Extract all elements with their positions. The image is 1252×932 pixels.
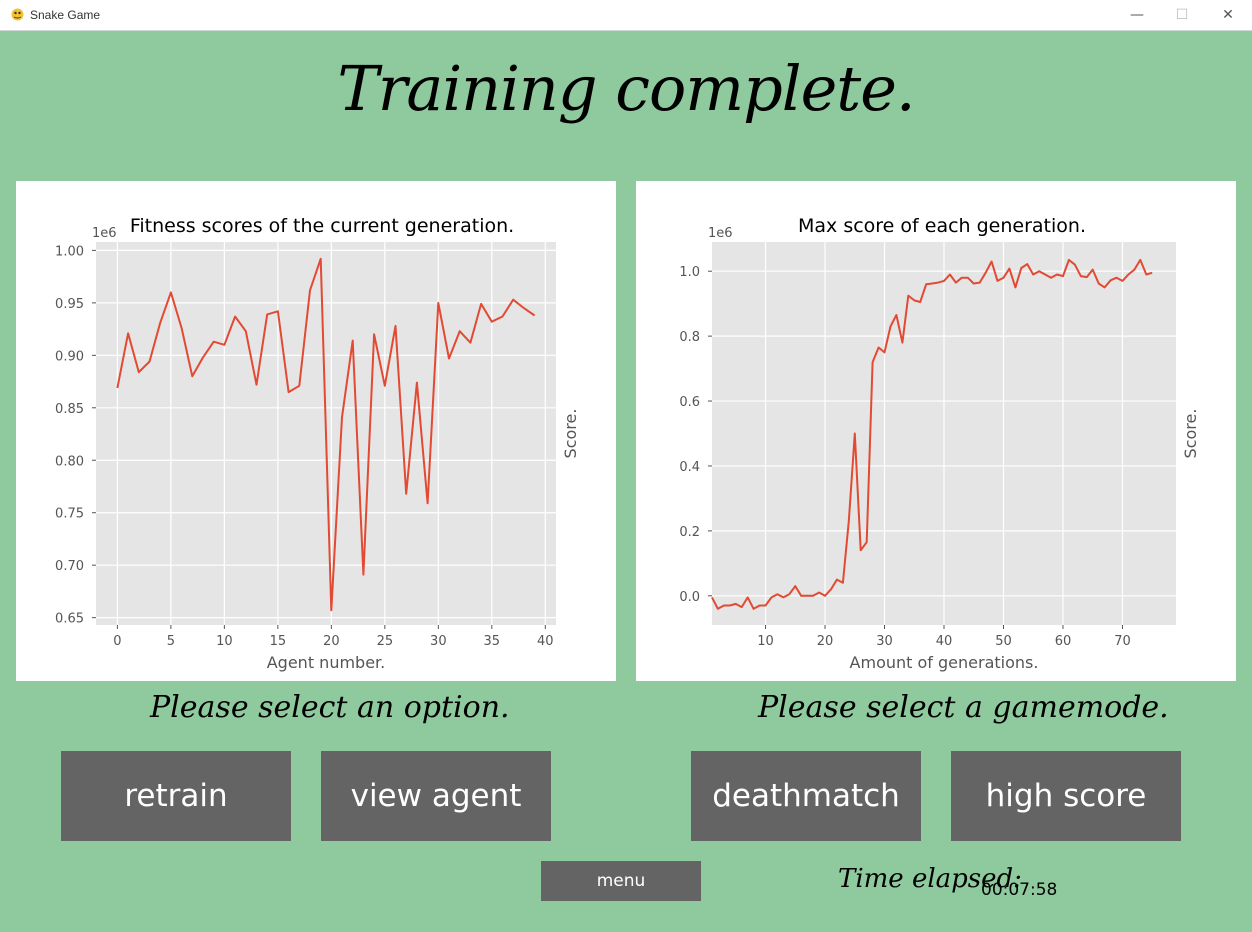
x-tick-label: 35: [484, 634, 501, 649]
close-button[interactable]: ✕: [1205, 0, 1251, 30]
view-agent-button[interactable]: view agent: [321, 751, 551, 841]
x-tick-label: 15: [270, 634, 287, 649]
chart-title: Max score of each generation.: [798, 215, 1086, 237]
x-tick-label: 40: [936, 634, 953, 649]
page-title: Training complete.: [337, 52, 915, 125]
y-axis-label: Score.: [1181, 409, 1200, 459]
x-tick-label: 10: [216, 634, 233, 649]
chart-title: Fitness scores of the current generation…: [130, 215, 514, 237]
y-tick-label: 0.75: [55, 507, 84, 522]
x-tick-label: 60: [1055, 634, 1072, 649]
fitness-chart: 0 5 10 15 20 25 30 35 40 0.65 0.70 0.75 0.80 0.85 0.90…: [55, 215, 580, 672]
y-tick-label: 1.00: [55, 244, 84, 259]
y-tick-label: 0.80: [55, 454, 84, 469]
x-tick-label: 70: [1114, 634, 1131, 649]
scale-label: 1e6: [708, 226, 733, 241]
y-tick-label: 0.2: [679, 525, 700, 540]
window-titlebar: Snake Game — ☐ ✕: [0, 0, 1252, 31]
y-tick-label: 0.90: [55, 349, 84, 364]
minimize-button[interactable]: —: [1114, 0, 1160, 30]
x-axis-label: Amount of generations.: [850, 653, 1039, 672]
y-tick-label: 0.0: [679, 590, 700, 605]
y-tick-label: 0.6: [679, 395, 700, 410]
x-tick-label: 50: [995, 634, 1012, 649]
window-title: Snake Game: [30, 8, 101, 22]
y-tick-label: 0.85: [55, 402, 84, 417]
x-tick-label: 40: [537, 634, 554, 649]
option-prompt: Please select an option.: [150, 690, 510, 725]
x-tick-label: 20: [323, 634, 340, 649]
maximize-button[interactable]: ☐: [1159, 0, 1205, 30]
time-elapsed-value: 00:07:58: [981, 880, 1058, 900]
y-tick-label: 0.70: [55, 559, 84, 574]
y-tick-label: 0.95: [55, 297, 84, 312]
gamemode-prompt: Please select a gamemode.: [758, 690, 1169, 725]
y-tick-label: 0.4: [679, 460, 700, 475]
x-tick-label: 10: [757, 634, 774, 649]
x-tick-label: 5: [167, 634, 175, 649]
y-tick-label: 0.8: [679, 330, 700, 345]
menu-button[interactable]: menu: [541, 861, 701, 901]
x-tick-label: 30: [876, 634, 893, 649]
snake-app-icon: [11, 8, 24, 21]
deathmatch-button[interactable]: deathmatch: [691, 751, 921, 841]
fitness-chart-panel: 0 5 10 15 20 25 30 35 40 0.65 0.70 0.75 0.80 0.85 0.90…: [16, 181, 616, 681]
y-axis-label: Score.: [561, 409, 580, 459]
x-tick-label: 30: [430, 634, 447, 649]
max-score-chart: 10 20 30 40 50 60 70 0.0 0.2 0.4 0.6 0.8 1.0 Max scor…: [679, 215, 1200, 672]
x-tick-label: 20: [817, 634, 834, 649]
y-tick-label: 1.0: [679, 265, 700, 280]
high-score-button[interactable]: high score: [951, 751, 1181, 841]
y-tick-label: 0.65: [55, 612, 84, 627]
x-tick-label: 25: [377, 634, 394, 649]
retrain-button[interactable]: retrain: [61, 751, 291, 841]
scale-label: 1e6: [92, 226, 117, 241]
x-axis-label: Agent number.: [267, 653, 386, 672]
max-score-chart-panel: 10 20 30 40 50 60 70 0.0 0.2 0.4 0.6 0.8 1.0 Max scor…: [636, 181, 1236, 681]
x-tick-label: 0: [113, 634, 121, 649]
